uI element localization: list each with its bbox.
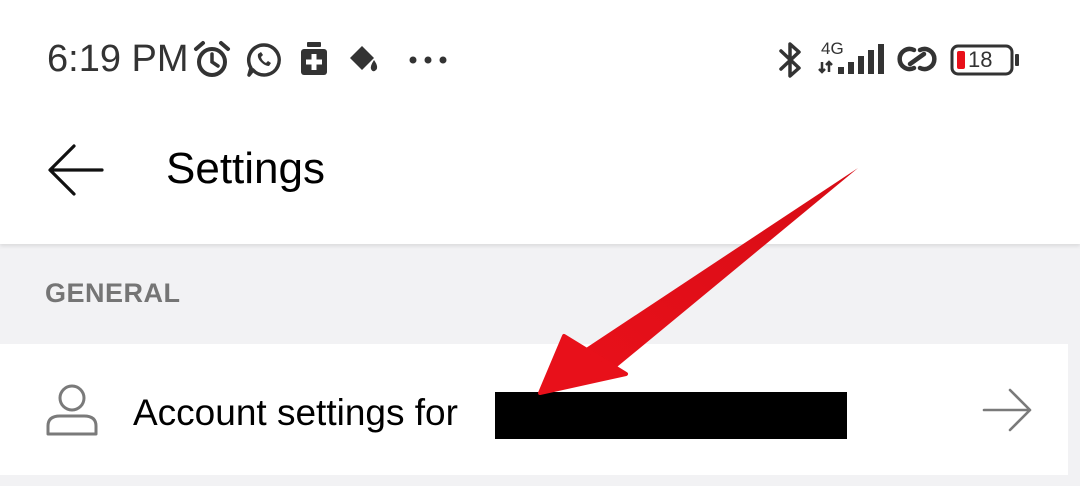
- account-settings-row[interactable]: Account settings for: [0, 344, 1068, 475]
- redacted-account-name: [495, 392, 847, 439]
- bluetooth-icon: [779, 42, 801, 78]
- signal-icon: [818, 44, 884, 74]
- whatsapp-icon: [246, 43, 281, 77]
- paint-bucket-icon: [350, 46, 378, 72]
- account-settings-label: Account settings for: [133, 392, 458, 433]
- battery-icon: 18: [950, 44, 1022, 76]
- more-dots-icon: [409, 56, 447, 64]
- medical-app-icon: [301, 42, 327, 75]
- person-icon: [46, 384, 98, 436]
- hotspot-link-icon: [897, 46, 937, 72]
- back-button[interactable]: [40, 132, 116, 208]
- battery-level: 18: [968, 47, 993, 72]
- page-title: Settings: [166, 144, 325, 193]
- status-bar: 6:19 PM 4G 18: [0, 0, 1080, 120]
- arrow-right-icon: [982, 388, 1032, 432]
- status-time: 6:19 PM: [47, 38, 189, 80]
- app-bar: 6:19 PM 4G 18 Settings: [0, 0, 1080, 244]
- alarm-icon: [194, 41, 230, 77]
- section-header-general: GENERAL: [45, 278, 181, 308]
